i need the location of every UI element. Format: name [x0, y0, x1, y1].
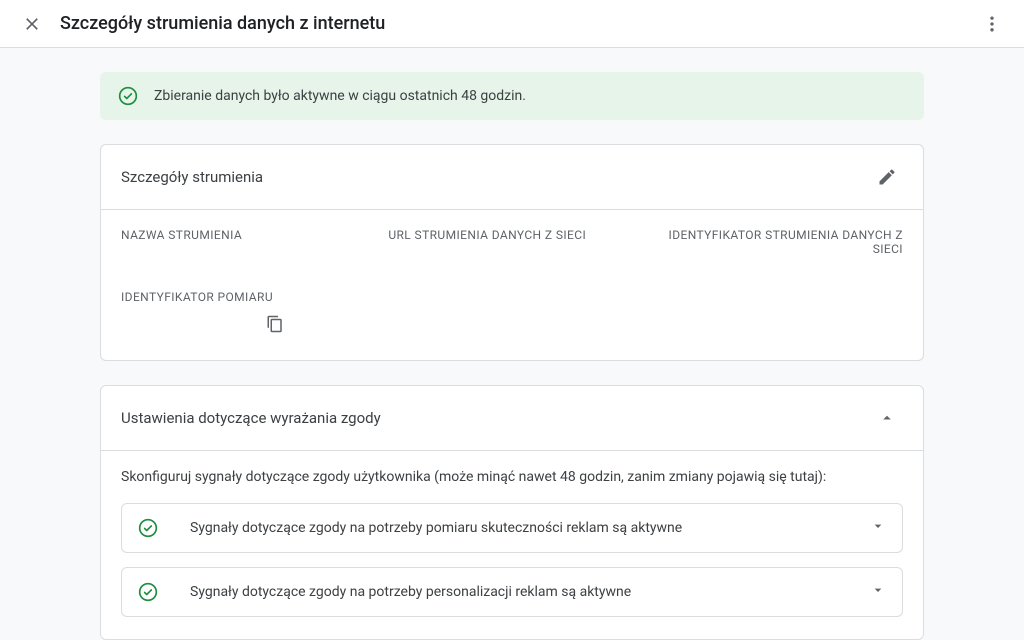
more-vert-icon: [982, 14, 1002, 34]
check-circle-icon: [118, 86, 138, 106]
measurement-field: IDENTYFIKATOR POMIARU: [121, 290, 903, 338]
status-message: Zbieranie danych było aktywne w ciągu os…: [154, 88, 526, 104]
edit-button[interactable]: [871, 161, 903, 193]
consent-item-ad-personalization[interactable]: Sygnały dotyczące zgody na potrzeby pers…: [121, 567, 903, 617]
stream-details-card: Szczegóły strumienia NAZWA STRUMIENIA UR…: [100, 144, 924, 361]
consent-item-ad-measurement[interactable]: Sygnały dotyczące zgody na potrzeby pomi…: [121, 503, 903, 553]
stream-url-label: URL STRUMIENIA DANYCH Z SIECI: [388, 228, 635, 242]
check-circle-icon: [138, 582, 158, 602]
collapse-button[interactable]: [871, 402, 903, 434]
copy-icon: [266, 315, 284, 333]
stream-details-body: NAZWA STRUMIENIA URL STRUMIENIA DANYCH Z…: [101, 210, 923, 360]
consent-header[interactable]: Ustawienia dotyczące wyrażania zgody: [101, 386, 923, 451]
copy-button[interactable]: [261, 310, 289, 338]
pencil-icon: [877, 167, 897, 187]
consent-item-label: Sygnały dotyczące zgody na potrzeby pers…: [190, 584, 870, 600]
consent-body: Skonfiguruj sygnały dotyczące zgody użyt…: [101, 451, 923, 639]
stream-name-label: NAZWA STRUMIENIA: [121, 228, 368, 242]
consent-title: Ustawienia dotyczące wyrażania zgody: [121, 409, 871, 427]
content-area: Zbieranie danych było aktywne w ciągu os…: [0, 48, 1024, 640]
fields-row-1: NAZWA STRUMIENIA URL STRUMIENIA DANYCH Z…: [121, 228, 903, 262]
more-menu-button[interactable]: [972, 4, 1012, 44]
stream-url-field: URL STRUMIENIA DANYCH Z SIECI: [388, 228, 635, 262]
consent-settings-card: Ustawienia dotyczące wyrażania zgody Sko…: [100, 385, 924, 640]
status-banner: Zbieranie danych było aktywne w ciągu os…: [100, 72, 924, 120]
chevron-up-icon: [878, 409, 896, 427]
consent-description: Skonfiguruj sygnały dotyczące zgody użyt…: [121, 469, 903, 485]
close-button[interactable]: [12, 4, 52, 44]
close-icon: [22, 14, 42, 34]
check-circle-icon: [138, 518, 158, 538]
page-title: Szczegóły strumienia danych z internetu: [60, 13, 972, 34]
page-header: Szczegóły strumienia danych z internetu: [0, 0, 1024, 48]
stream-name-field: NAZWA STRUMIENIA: [121, 228, 368, 262]
measurement-id-label: IDENTYFIKATOR POMIARU: [121, 290, 903, 304]
stream-details-header: Szczegóły strumienia: [101, 145, 923, 210]
stream-details-title: Szczegóły strumienia: [121, 168, 871, 186]
chevron-down-icon: [870, 518, 886, 538]
stream-id-label: IDENTYFIKATOR STRUMIENIA DANYCH Z SIECI: [656, 228, 903, 256]
consent-item-label: Sygnały dotyczące zgody na potrzeby pomi…: [190, 520, 870, 536]
stream-id-field: IDENTYFIKATOR STRUMIENIA DANYCH Z SIECI: [656, 228, 903, 262]
chevron-down-icon: [870, 582, 886, 602]
